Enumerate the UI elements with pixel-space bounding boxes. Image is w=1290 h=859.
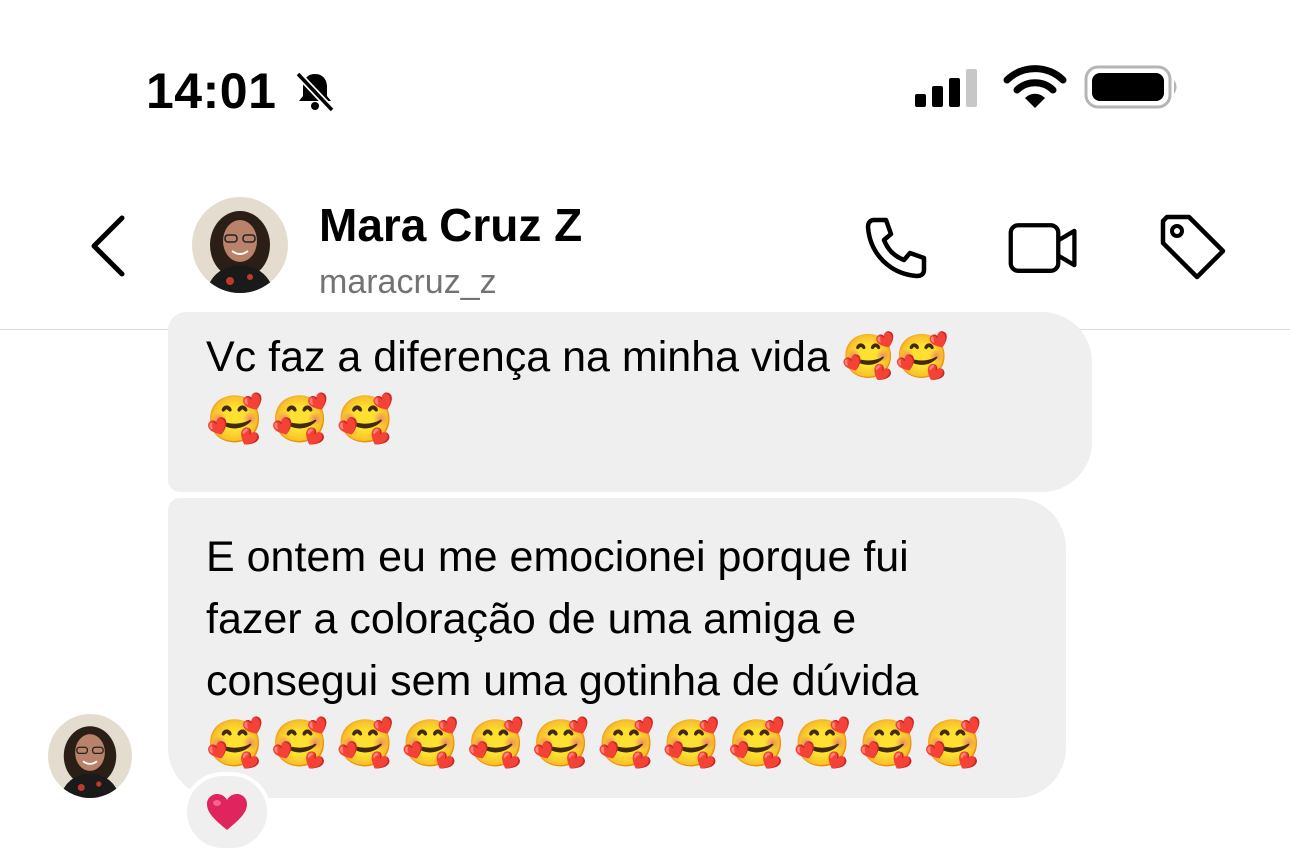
tag-button[interactable] <box>1154 210 1230 286</box>
video-icon <box>1008 223 1077 273</box>
wifi-icon <box>1003 65 1067 108</box>
contact-name[interactable]: Mara Cruz Z <box>319 198 582 252</box>
phone-call-button[interactable] <box>858 210 934 286</box>
contact-username[interactable]: maracruz_z <box>319 263 497 302</box>
message-line: Vc faz a diferença na minha vida 🥰🥰 <box>206 333 949 381</box>
back-chevron-icon[interactable] <box>84 212 132 280</box>
message-line: E ontem eu me emocionei porque fui <box>206 533 909 581</box>
video-call-button[interactable] <box>1006 210 1082 286</box>
signal-icon <box>915 69 977 107</box>
sender-avatar[interactable] <box>48 714 132 798</box>
message-line: consegui sem uma gotinha de dúvida <box>206 657 919 705</box>
message-bubble[interactable]: E ontem eu me emocionei porque fui fazer… <box>168 498 1066 798</box>
message-emoji-line: 🥰🥰🥰🥰🥰🥰🥰🥰🥰🥰🥰🥰 <box>206 716 990 770</box>
heart-reaction[interactable] <box>183 772 271 852</box>
battery-icon <box>1084 65 1177 109</box>
status-time: 14:01 <box>146 63 277 119</box>
message-emoji-line: 🥰🥰🥰 <box>206 392 402 446</box>
message-bubble[interactable]: Vc faz a diferença na minha vida 🥰🥰 🥰🥰🥰 <box>168 312 1092 492</box>
phone-icon <box>865 217 927 279</box>
avatar[interactable] <box>192 197 288 293</box>
tag-icon <box>1160 214 1226 280</box>
heart-icon <box>207 794 247 830</box>
bell-slash-icon <box>295 71 335 113</box>
message-line: fazer a coloração de uma amiga e <box>206 595 857 643</box>
